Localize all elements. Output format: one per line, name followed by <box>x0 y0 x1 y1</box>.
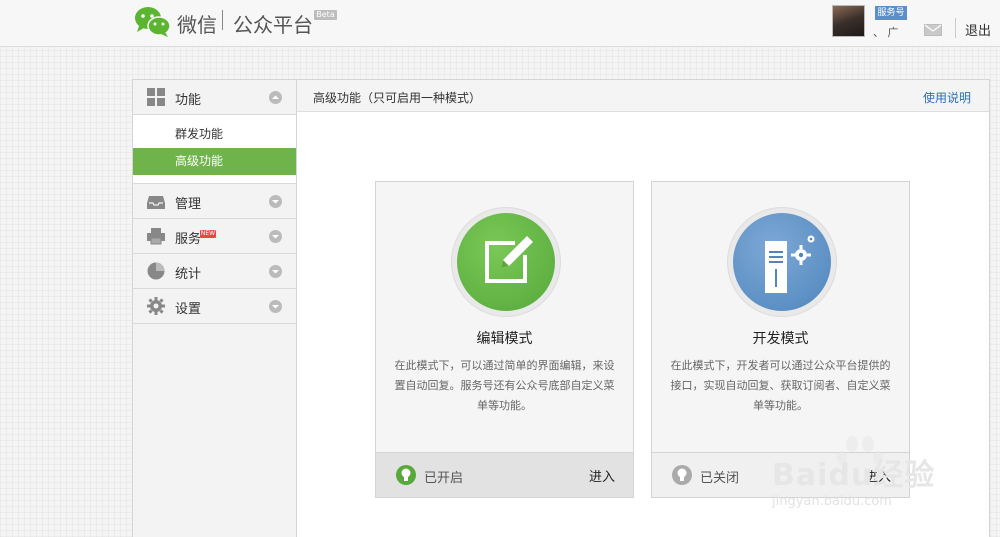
sidebar-group-label: 设置 <box>175 302 202 317</box>
wechat-logo-icon <box>135 7 171 37</box>
card-title: 编辑模式 <box>476 331 533 347</box>
inbox-icon <box>147 196 165 209</box>
grid-icon <box>147 88 165 106</box>
card-title: 开发模式 <box>752 331 809 347</box>
sidebar-group-manage[interactable]: 管理 <box>133 184 296 219</box>
help-link[interactable]: 使用说明 <box>923 89 971 106</box>
watermark-subtext: jingyan.baidu.com <box>772 494 892 509</box>
account-name[interactable]: 、 广 <box>873 24 915 40</box>
chevron-down-icon[interactable] <box>269 300 282 313</box>
edit-mode-card: 编辑模式 在此模式下，可以通过简单的界面编辑，来设置自动回复。服务号还有公众号底… <box>375 181 634 498</box>
sidebar-group-label: 管理 <box>175 197 202 212</box>
sidebar-item-advanced[interactable]: 高级功能 <box>133 148 296 175</box>
sidebar-group-label: 服务 <box>175 232 202 247</box>
chevron-down-icon[interactable] <box>269 195 282 208</box>
lightbulb-off-icon <box>672 465 692 485</box>
brand-separator <box>222 10 223 30</box>
card-description: 在此模式下，可以通过简单的界面编辑，来设置自动回复。服务号还有公众号底部自定义菜… <box>394 359 615 412</box>
sidebar-subnav: 群发功能 高级功能 <box>133 115 296 184</box>
brand-platform: 公众平台 <box>233 13 313 37</box>
new-badge: NEW <box>200 230 216 238</box>
sidebar-group-label: 功能 <box>175 93 202 108</box>
top-header: 微信 公众平台 Beta 服务号 、 广 退出 <box>0 0 1000 47</box>
sidebar-group-functions[interactable]: 功能 <box>133 80 296 115</box>
edit-mode-badge <box>451 207 561 317</box>
beta-badge: Beta <box>314 10 337 20</box>
status-text: 已关闭 <box>700 471 740 486</box>
card-footer: 已开启 进入 <box>376 452 633 497</box>
chevron-down-icon[interactable] <box>269 230 282 243</box>
sidebar-group-statistics[interactable]: 统计 <box>133 254 296 289</box>
edit-icon <box>485 236 533 283</box>
avatar[interactable] <box>832 5 865 37</box>
header-separator <box>955 18 956 38</box>
pie-chart-icon <box>147 262 165 280</box>
main-header: 高级功能（只可启用一种模式） 使用说明 <box>297 80 989 112</box>
brand-name: 微信 <box>177 13 217 37</box>
lightbulb-on-icon <box>396 465 416 485</box>
logout-link[interactable]: 退出 <box>965 20 991 39</box>
dev-mode-badge <box>727 207 837 317</box>
sidebar-item-mass-send[interactable]: 群发功能 <box>133 121 296 148</box>
chevron-up-icon[interactable] <box>269 91 282 104</box>
page-title: 高级功能（只可启用一种模式） <box>313 91 482 105</box>
printer-icon <box>147 228 165 245</box>
status-text: 已开启 <box>424 471 464 486</box>
sidebar: 功能 群发功能 高级功能 管理 服务 NEW 统计 设置 <box>132 79 297 537</box>
sidebar-group-label: 统计 <box>175 267 202 282</box>
sidebar-group-services[interactable]: 服务 NEW <box>133 219 296 254</box>
sidebar-group-settings[interactable]: 设置 <box>133 289 296 324</box>
chevron-down-icon[interactable] <box>269 265 282 278</box>
watermark-text: Baidu经验 <box>772 458 936 493</box>
server-gear-icon <box>765 235 815 293</box>
account-type-badge: 服务号 <box>875 6 907 20</box>
card-description: 在此模式下，开发者可以通过公众平台提供的接口，实现自动回复、获取订阅者、自定义菜… <box>670 359 891 412</box>
gear-icon <box>147 297 165 315</box>
mail-icon[interactable] <box>924 24 942 36</box>
enter-edit-mode-link[interactable]: 进入 <box>589 466 615 485</box>
